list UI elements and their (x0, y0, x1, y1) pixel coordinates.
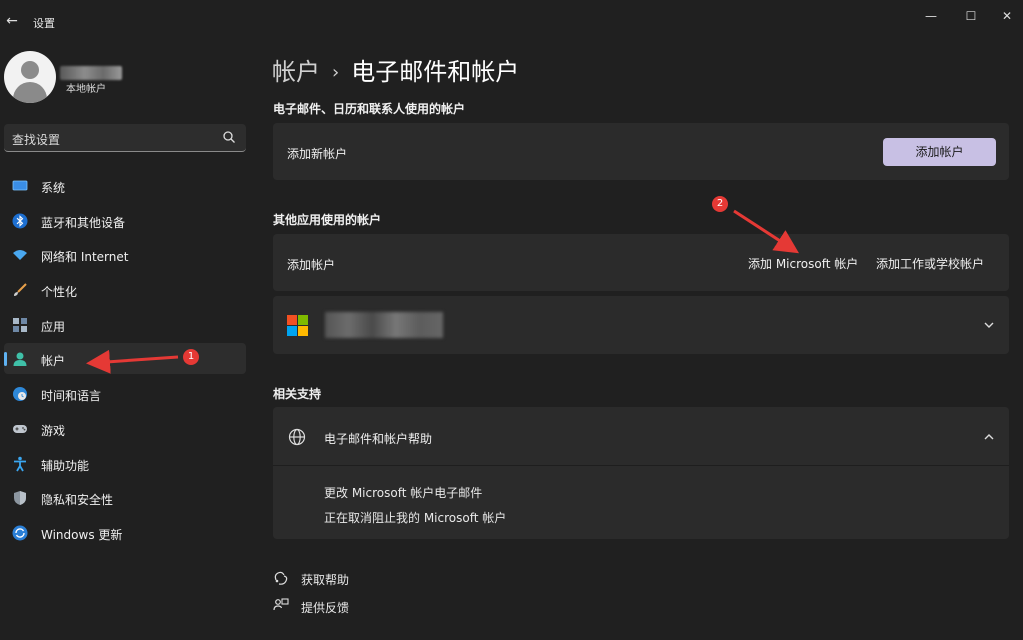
sidebar-item-label: 隐私和安全性 (41, 493, 114, 508)
accessibility-icon (14, 456, 26, 471)
sidebar-item-privacy[interactable]: 隐私和安全性 (4, 482, 246, 513)
microsoft-account-item[interactable] (273, 296, 1009, 354)
chevron-up-icon[interactable] (982, 430, 996, 444)
page-title: 电子邮件和帐户 (351, 58, 520, 86)
annotation-badge-1: 1 (183, 349, 199, 365)
sidebar-item-accounts[interactable]: 帐户 (4, 343, 246, 375)
back-button[interactable]: ← (4, 13, 20, 29)
sidebar-item-label: 应用 (41, 319, 66, 334)
globe-icon (288, 428, 306, 446)
other-apps-add-card: 添加帐户 添加 Microsoft 帐户 添加工作或学校帐户 (273, 234, 1009, 291)
sidebar-item-label: 帐户 (41, 354, 66, 369)
add-account-label: 添加帐户 (287, 258, 336, 272)
user-profile[interactable]: 本地帐户 (4, 51, 122, 103)
help-link-unblock-account[interactable]: 正在取消阻止我的 Microsoft 帐户 (324, 509, 506, 526)
username-redacted (60, 66, 122, 80)
sidebar-item-label: 网络和 Internet (41, 250, 129, 265)
app-title: 设置 (33, 17, 55, 30)
chevron-down-icon[interactable] (982, 318, 996, 332)
brush-icon (14, 283, 27, 297)
feedback-icon (273, 598, 289, 611)
sidebar-item-system[interactable]: 系统 (4, 170, 246, 201)
help-header-label[interactable]: 电子邮件和帐户帮助 (324, 430, 432, 447)
add-account-button[interactable]: 添加帐户 (883, 138, 996, 166)
help-icon (274, 571, 288, 585)
sidebar-item-label: 游戏 (41, 423, 66, 438)
sidebar-item-label: 蓝牙和其他设备 (41, 215, 126, 230)
microsoft-logo-icon (287, 315, 308, 336)
related-support-title: 相关支持 (273, 387, 322, 401)
help-expander: 电子邮件和帐户帮助 更改 Microsoft 帐户电子邮件 正在取消阻止我的 M… (273, 407, 1009, 539)
sidebar-item-network[interactable]: 网络和 Internet (4, 239, 246, 270)
breadcrumb-parent[interactable]: 帐户 (272, 58, 320, 86)
sidebar-item-label: 系统 (41, 181, 66, 195)
bluetooth-icon (12, 213, 28, 229)
get-help-label: 获取帮助 (301, 573, 350, 587)
shield-icon (14, 491, 26, 506)
sidebar-item-label: 时间和语言 (41, 389, 102, 404)
sidebar-item-label: 个性化 (41, 285, 78, 300)
wifi-icon (13, 250, 27, 261)
sidebar-item-label: Windows 更新 (41, 527, 123, 542)
email-section-title: 电子邮件、日历和联系人使用的帐户 (273, 102, 466, 116)
clock-globe-icon (13, 387, 27, 402)
divider (273, 465, 1009, 466)
title-bar: ← 设置 — ☐ ✕ (0, 0, 1023, 40)
account-type-label: 本地帐户 (66, 84, 106, 95)
avatar (4, 51, 56, 103)
feedback-label: 提供反馈 (301, 601, 350, 615)
sidebar-item-bluetooth[interactable]: 蓝牙和其他设备 (4, 205, 246, 236)
update-icon (12, 525, 28, 541)
add-work-school-account-link[interactable]: 添加工作或学校帐户 (876, 255, 984, 272)
help-link-change-email[interactable]: 更改 Microsoft 帐户电子邮件 (324, 484, 482, 501)
search-input[interactable]: 查找设置 (4, 124, 246, 152)
account-email-redacted (325, 312, 443, 338)
minimize-button[interactable]: — (916, 6, 946, 26)
gamepad-icon (13, 424, 27, 433)
search-placeholder: 查找设置 (12, 133, 61, 147)
apps-icon (13, 317, 27, 332)
search-icon (223, 131, 235, 143)
sidebar-item-gaming[interactable]: 游戏 (4, 413, 246, 444)
system-icon (12, 180, 28, 191)
sidebar-item-time-language[interactable]: 时间和语言 (4, 378, 246, 409)
annotation-badge-2: 2 (712, 196, 728, 212)
add-new-account-card: 添加新帐户 添加帐户 (273, 123, 1009, 180)
maximize-button[interactable]: ☐ (956, 6, 986, 26)
sidebar-item-label: 辅助功能 (41, 458, 90, 473)
sidebar-item-personalization[interactable]: 个性化 (4, 274, 246, 305)
close-button[interactable]: ✕ (992, 6, 1022, 26)
sidebar-item-accessibility[interactable]: 辅助功能 (4, 448, 246, 479)
add-new-account-label: 添加新帐户 (287, 147, 348, 161)
breadcrumb-separator: › (332, 62, 340, 83)
account-icon (13, 352, 27, 367)
sidebar-item-windows-update[interactable]: Windows 更新 (4, 517, 246, 548)
sidebar-nav: 系统 蓝牙和其他设备 网络和 Internet 个性化 应用 帐户 时间和语言 … (4, 170, 246, 552)
add-microsoft-account-link[interactable]: 添加 Microsoft 帐户 (748, 255, 858, 272)
breadcrumb: 帐户 › 电子邮件和帐户 (272, 52, 519, 87)
other-apps-section-title: 其他应用使用的帐户 (273, 213, 382, 227)
sidebar-item-apps[interactable]: 应用 (4, 309, 246, 340)
